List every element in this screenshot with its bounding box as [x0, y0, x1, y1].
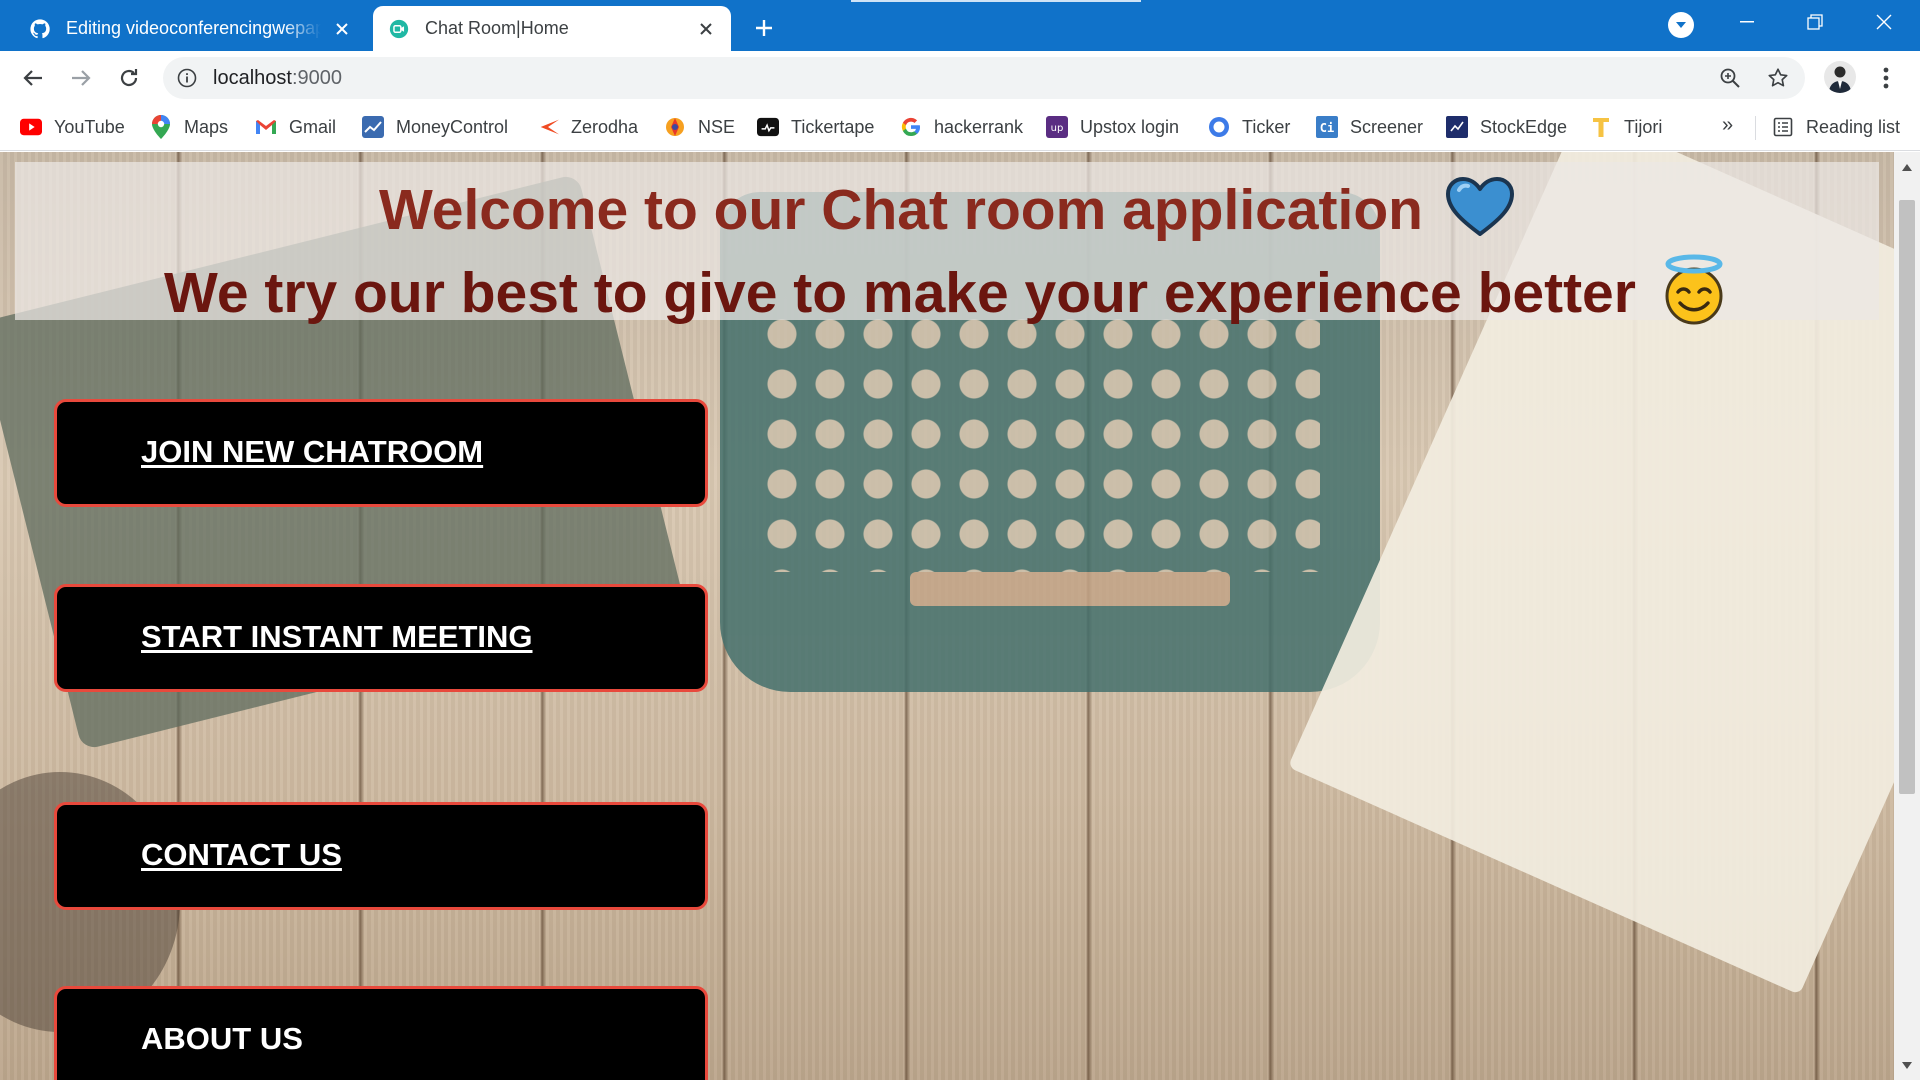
welcome-heading-text: Welcome to our Chat room application [378, 178, 1424, 243]
bookmark-tijori[interactable]: Tijori [1590, 114, 1662, 140]
reload-icon[interactable] [112, 61, 146, 95]
welcome-banner: Welcome to our Chat room application We … [15, 162, 1879, 325]
bookmark-zerodha[interactable]: Zerodha [537, 114, 638, 140]
tab-close-icon[interactable] [695, 18, 717, 40]
bookmark-nse[interactable]: NSE [664, 114, 735, 140]
site-info-icon[interactable] [177, 68, 197, 88]
bookmark-label: Tickertape [791, 116, 875, 137]
about-us-label[interactable]: ABOUT US [141, 1021, 303, 1057]
bookmarks-separator [1755, 116, 1756, 140]
url-port: :9000 [291, 67, 342, 89]
url-text[interactable]: localhost:9000 [213, 67, 342, 90]
bookmark-ticker[interactable]: Ticker [1208, 114, 1290, 140]
bookmark-label: Upstox login [1080, 116, 1180, 137]
svg-text:Ci: Ci [1320, 121, 1334, 135]
more-bookmarks-chevron-icon[interactable]: » [1722, 114, 1733, 137]
tab-title: Chat Room|Home [425, 18, 569, 38]
browser-titlebar: Editing videoconferencingwepapp Chat Roo… [0, 0, 1920, 51]
contact-us-button[interactable]: CONTACT US [54, 802, 708, 910]
reading-list-button[interactable]: Reading list [1772, 114, 1900, 140]
tab-chat-room-home[interactable]: Chat Room|Home [373, 6, 731, 51]
contact-us-link[interactable]: CONTACT US [141, 837, 342, 873]
tijori-icon [1590, 116, 1612, 138]
tab-title: Editing videoconferencingwepapp [66, 18, 321, 38]
scrollbar-thumb[interactable] [1899, 200, 1915, 794]
youtube-icon [20, 116, 42, 138]
tab-close-icon[interactable] [331, 18, 353, 40]
github-icon [28, 17, 52, 41]
ticker-icon [1208, 116, 1230, 138]
scroll-down-arrow-icon[interactable] [1894, 1054, 1920, 1076]
bookmark-star-icon[interactable] [1767, 67, 1789, 89]
bookmark-stockedge[interactable]: StockEdge [1446, 114, 1567, 140]
smiling-face-with-halo-icon [1658, 254, 1730, 340]
blue-heart-icon [1445, 176, 1515, 252]
titlebar-accent [851, 0, 1141, 2]
join-new-chatroom-button[interactable]: JOIN NEW CHATROOM [54, 399, 708, 507]
page-viewport: Welcome to our Chat room application We … [0, 152, 1894, 1080]
bookmark-label: Tijori [1624, 116, 1663, 137]
gmail-icon [255, 116, 277, 138]
zerodha-icon [537, 116, 559, 138]
scroll-up-arrow-icon[interactable] [1894, 156, 1920, 178]
start-instant-meeting-link[interactable]: START INSTANT MEETING [141, 619, 533, 655]
reading-list-icon [1772, 116, 1794, 138]
address-bar[interactable]: localhost:9000 [163, 57, 1805, 99]
welcome-subheading: We try our best to give to make your exp… [15, 254, 1879, 340]
join-new-chatroom-link[interactable]: JOIN NEW CHATROOM [141, 434, 483, 470]
bookmark-label: StockEdge [1480, 116, 1568, 137]
bookmark-youtube[interactable]: YouTube [20, 114, 125, 140]
about-us-button[interactable]: ABOUT US [54, 986, 708, 1080]
bookmark-moneycontrol[interactable]: MoneyControl [362, 114, 508, 140]
minimize-icon[interactable] [1718, 0, 1776, 44]
reading-list-label: Reading list [1806, 116, 1901, 137]
tab-editing-repo[interactable]: Editing videoconferencingwepapp [14, 6, 367, 51]
back-arrow-icon[interactable] [16, 61, 50, 95]
browser-toolbar: localhost:9000 [0, 51, 1920, 104]
nse-icon [664, 116, 686, 138]
tickertape-icon [757, 116, 779, 138]
chatroom-favicon [387, 17, 411, 41]
google-icon [900, 116, 922, 138]
page-scrollbar[interactable] [1894, 152, 1920, 1080]
bookmark-label: Zerodha [571, 116, 639, 137]
bookmarks-bar: YouTube Maps Gmail MoneyControl Zerodha … [0, 104, 1920, 151]
profile-avatar[interactable] [1824, 61, 1856, 93]
forward-arrow-icon[interactable] [64, 61, 98, 95]
more-vert-icon[interactable] [1872, 63, 1900, 93]
tab-search-chevron-icon[interactable] [1668, 12, 1694, 38]
welcome-heading: Welcome to our Chat room application [15, 176, 1879, 252]
maps-icon [150, 115, 172, 139]
bookmark-label: Gmail [289, 116, 337, 137]
typewriter-keys-decoration [760, 312, 1320, 572]
bookmark-maps[interactable]: Maps [150, 114, 228, 140]
bookmark-label: Ticker [1242, 116, 1291, 137]
moneycontrol-icon [362, 116, 384, 138]
screener-icon: Ci [1316, 116, 1338, 138]
bookmark-label: NSE [698, 116, 736, 137]
start-instant-meeting-button[interactable]: START INSTANT MEETING [54, 584, 708, 692]
bookmark-label: MoneyControl [396, 116, 509, 137]
restore-icon[interactable] [1786, 0, 1844, 44]
new-tab-plus-icon[interactable] [748, 12, 780, 44]
bookmark-label: hackerrank [934, 116, 1024, 137]
bookmark-hackerrank[interactable]: hackerrank [900, 114, 1023, 140]
svg-text:up: up [1051, 123, 1064, 134]
bookmark-label: Maps [184, 116, 229, 137]
bookmark-label: YouTube [54, 116, 125, 137]
welcome-subheading-text: We try our best to give to make your exp… [164, 261, 1636, 326]
bookmark-screener[interactable]: Ci Screener [1316, 114, 1423, 140]
zoom-icon[interactable] [1719, 67, 1741, 89]
bookmark-upstox[interactable]: up Upstox login [1046, 114, 1179, 140]
window-close-icon[interactable] [1855, 0, 1913, 44]
url-host: localhost [213, 67, 292, 89]
bookmark-label: Screener [1350, 116, 1424, 137]
upstox-icon: up [1046, 116, 1068, 138]
bookmark-gmail[interactable]: Gmail [255, 114, 336, 140]
stockedge-icon [1446, 116, 1468, 138]
typewriter-spacebar-decoration [910, 572, 1230, 606]
bookmark-tickertape[interactable]: Tickertape [757, 114, 874, 140]
